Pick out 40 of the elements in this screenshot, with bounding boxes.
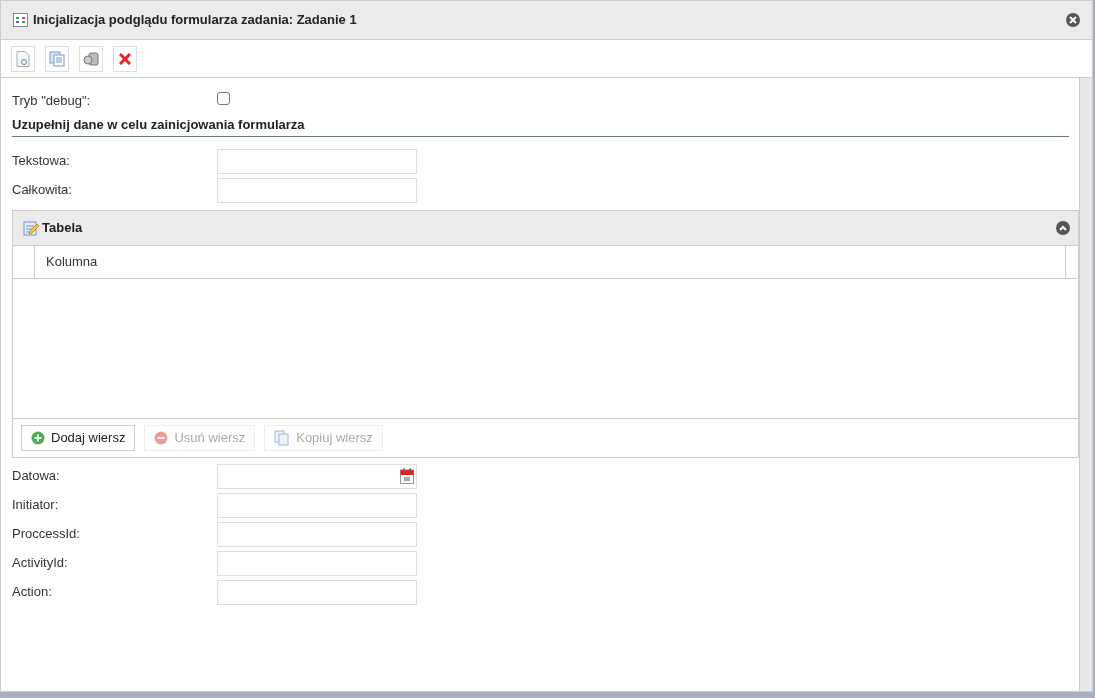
edit-table-icon — [23, 219, 39, 236]
field-label: ProccessId: — [12, 525, 81, 544]
field-label: Initiator: — [12, 496, 60, 515]
input-field[interactable] — [217, 177, 417, 203]
input-field[interactable] — [217, 492, 417, 518]
debug-checkbox[interactable] — [217, 91, 230, 105]
field-label: Datowa: — [12, 467, 61, 486]
field-label: Całkowita: — [12, 181, 73, 200]
collapse-button[interactable] — [1056, 220, 1070, 235]
preview-button[interactable] — [11, 45, 35, 72]
date-field[interactable] — [217, 463, 417, 489]
database-button[interactable] — [79, 45, 103, 72]
field-label: Tekstowa: — [12, 152, 71, 171]
plus-icon — [31, 430, 45, 445]
panel-title: Tabela — [42, 218, 84, 237]
close-icon — [1069, 16, 1077, 24]
chevron-icon — [1059, 224, 1067, 231]
input-field[interactable] — [217, 579, 417, 605]
database-icon — [83, 51, 99, 66]
minus-icon — [154, 430, 169, 445]
scrollbar[interactable] — [1079, 78, 1092, 691]
document-search-icon — [16, 50, 30, 67]
copy-form-button[interactable] — [45, 45, 69, 72]
delete-button[interactable] — [113, 45, 137, 72]
input-field[interactable] — [217, 148, 417, 174]
input-field[interactable] — [217, 550, 417, 576]
field-label: ActivityId: — [12, 554, 69, 573]
debug-label: Tryb "debug": — [12, 92, 92, 111]
stacked-documents-icon — [49, 50, 65, 67]
close-button[interactable] — [1066, 13, 1080, 27]
copy-icon — [274, 429, 291, 446]
column-header[interactable]: Kolumna — [35, 245, 1066, 278]
input-field[interactable] — [217, 521, 417, 547]
row-action-button[interactable]: Dodaj wiersz — [21, 424, 136, 451]
form-icon — [13, 13, 28, 27]
calendar-icon[interactable] — [400, 468, 414, 484]
window-title: Inicjalizacja podglądu formularza zadania: Zadanie 1 — [33, 11, 358, 30]
close-icon — [119, 52, 131, 65]
field-label: Action: — [12, 583, 53, 602]
section-title: Uzupełnij dane w celu zainicjowania formularza — [12, 115, 1069, 137]
